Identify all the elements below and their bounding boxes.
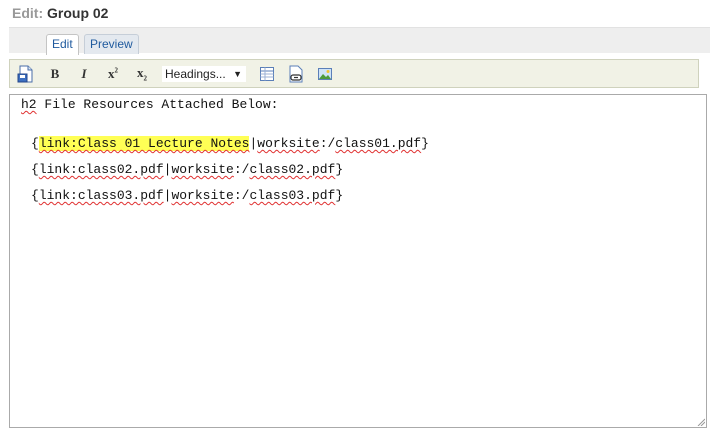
insert-image-button[interactable]	[314, 64, 336, 84]
resize-handle-icon[interactable]	[697, 418, 705, 426]
link-1-label: link:Class 01 Lecture Notes	[38, 136, 250, 151]
subscript-icon: x2	[137, 65, 147, 83]
heading-tag: h2	[21, 97, 37, 112]
bold-label: B	[50, 66, 60, 81]
italic-label: I	[81, 66, 87, 81]
table-icon	[260, 67, 274, 81]
superscript-button[interactable]: x2	[102, 64, 124, 84]
insert-link-button[interactable]	[285, 64, 307, 84]
link-3-site: worksite	[171, 188, 234, 203]
save-document-icon	[17, 65, 33, 83]
link-2-site: worksite	[171, 162, 234, 177]
image-icon	[318, 68, 332, 80]
subscript-button[interactable]: x2	[131, 64, 153, 84]
dropdown-arrow-icon: ▼	[233, 69, 242, 79]
superscript-icon: x2	[108, 66, 118, 81]
link-1-site: worksite	[257, 136, 320, 151]
tab-preview[interactable]: Preview	[84, 34, 139, 54]
editor-line-heading: h2 File Resources Attached Below:	[21, 96, 278, 114]
editor-line-link-2: {link:class02.pdf|worksite:/class02.pdf}	[31, 162, 344, 177]
italic-button[interactable]: I	[73, 64, 95, 84]
link-1-file: class01.pdf	[335, 136, 422, 151]
editor-line-link-3: {link:class03.pdf|worksite:/class03.pdf}	[31, 188, 344, 203]
link-3-label: link:class03.pdf	[38, 188, 164, 203]
link-2-file: class02.pdf	[249, 162, 336, 177]
bold-button[interactable]: B	[44, 64, 66, 84]
text-editor[interactable]: h2 File Resources Attached Below: {link:…	[9, 94, 707, 428]
heading-text: File Resources Attached Below:	[36, 97, 279, 112]
page-header: Edit: Group 02	[12, 4, 108, 22]
link-3-file: class03.pdf	[249, 188, 336, 203]
page-title: Group 02	[47, 5, 109, 21]
insert-link-icon	[289, 65, 303, 83]
save-button[interactable]	[15, 64, 37, 84]
headings-select[interactable]: Headings... ▼	[161, 65, 247, 83]
tab-edit[interactable]: Edit	[46, 34, 79, 55]
editor-toolbar: B I x2 x2 Headings... ▼	[9, 59, 699, 88]
link-2-label: link:class02.pdf	[38, 162, 164, 177]
headings-label: Headings...	[165, 67, 226, 81]
edit-prefix: Edit:	[12, 5, 44, 21]
tab-bar: Edit Preview	[9, 27, 710, 55]
editor-line-link-1: {link:Class 01 Lecture Notes|worksite:/c…	[31, 136, 429, 151]
table-button[interactable]	[256, 64, 278, 84]
